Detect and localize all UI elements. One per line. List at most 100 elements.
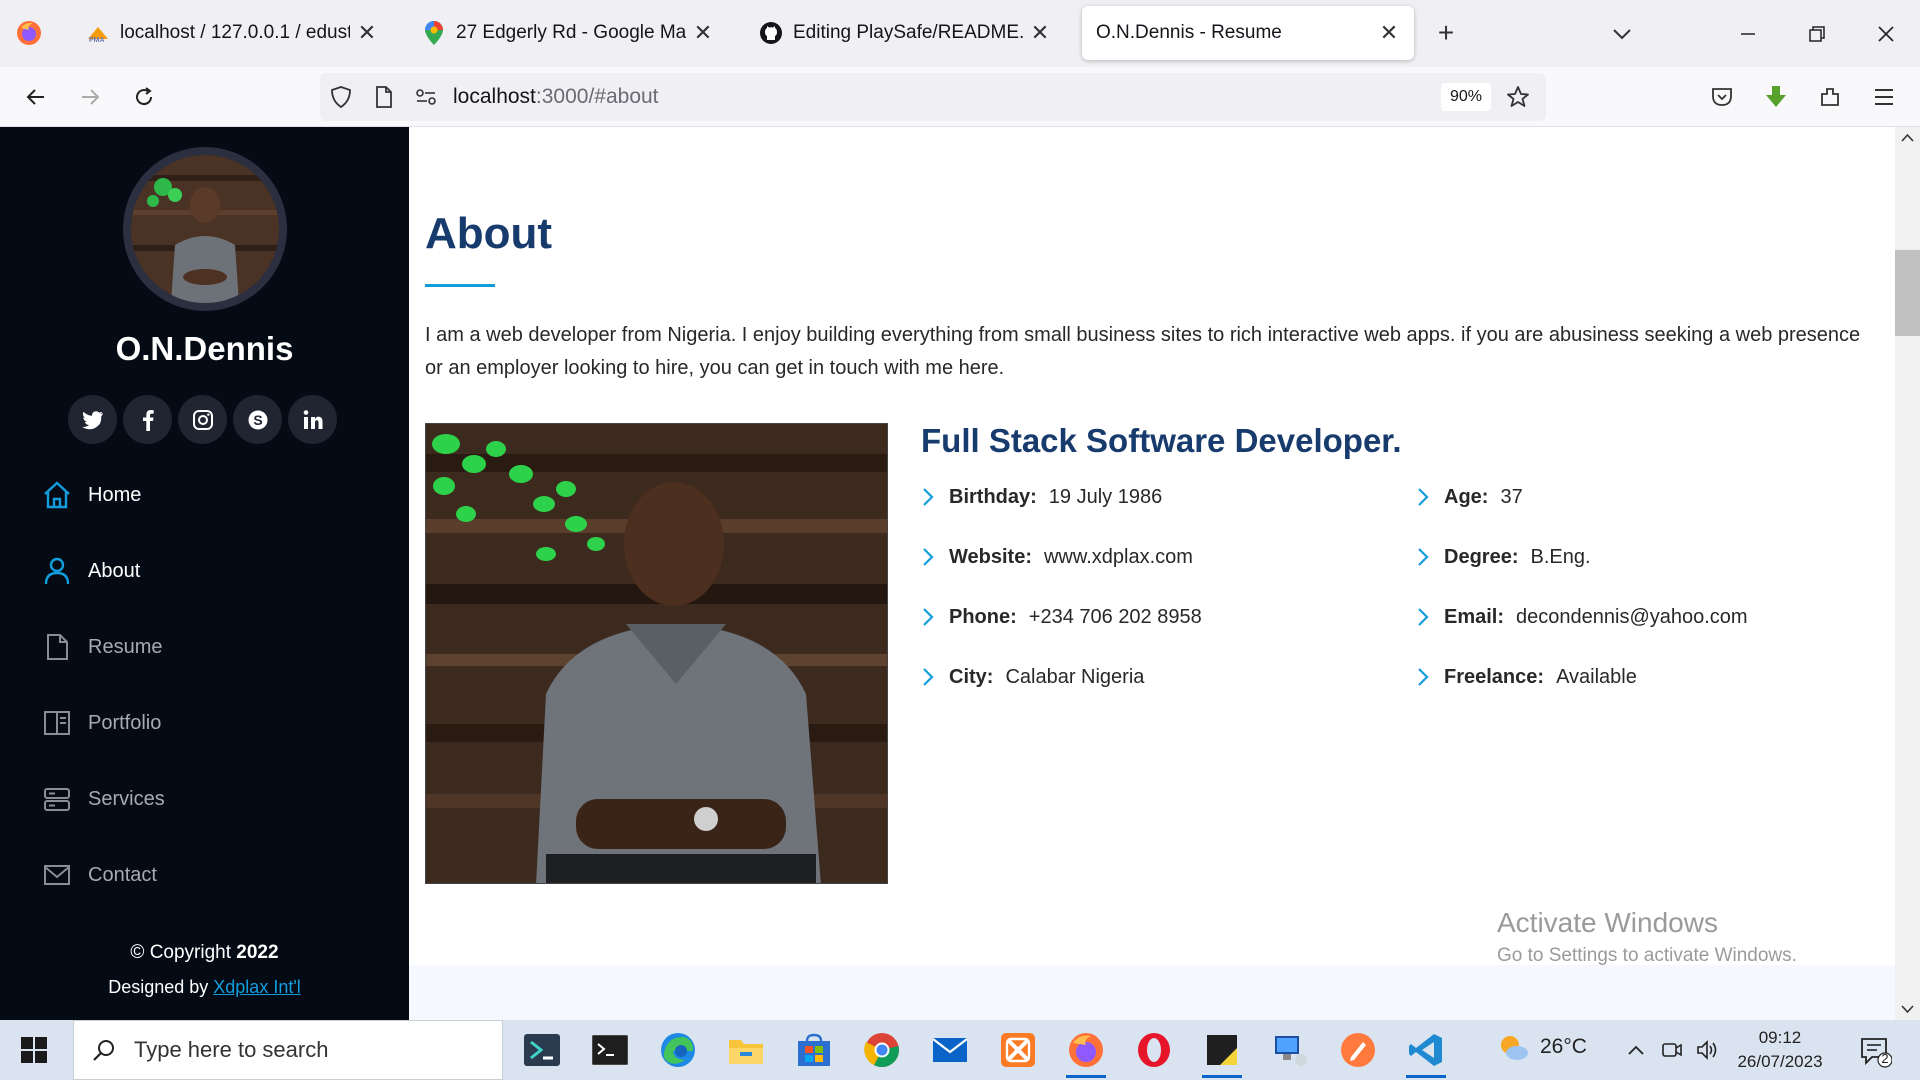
url-text[interactable]: localhost:3000/#about: [453, 85, 659, 109]
close-icon[interactable]: ✕: [1378, 20, 1400, 46]
sidebar-item-contact[interactable]: Contact: [40, 837, 380, 913]
chevron-right-icon: [1416, 487, 1440, 507]
remote-desktop-icon[interactable]: [1266, 1026, 1314, 1074]
svg-text:S: S: [253, 412, 262, 428]
shield-icon[interactable]: [323, 79, 359, 115]
search-placeholder: Type here to search: [134, 1037, 329, 1062]
close-icon[interactable]: ✕: [1029, 20, 1051, 46]
role-title: Full Stack Software Developer.: [921, 422, 1402, 459]
page-scrollbar[interactable]: [1895, 127, 1920, 1020]
sticky-notes-icon[interactable]: [1198, 1026, 1246, 1078]
google-maps-icon: [422, 21, 446, 45]
sidebar-item-services[interactable]: Services: [40, 761, 380, 837]
xampp-icon[interactable]: [994, 1026, 1042, 1074]
close-window-button[interactable]: [1866, 14, 1906, 54]
svg-text:PMA: PMA: [89, 37, 105, 43]
detail-phone: Phone: +234 706 202 8958: [921, 587, 1202, 647]
edge-icon[interactable]: [654, 1026, 702, 1074]
detail-value: 37: [1500, 485, 1523, 508]
tab-github[interactable]: Editing PlaySafe/README.md at ✕: [745, 6, 1065, 60]
system-clock[interactable]: 09:12 26/07/2023: [1730, 1026, 1830, 1074]
tab-title: Editing PlaySafe/README.md at: [793, 22, 1023, 43]
clock-date: 26/07/2023: [1737, 1052, 1823, 1071]
tab-resume[interactable]: O.N.Dennis - Resume ✕: [1082, 6, 1414, 60]
scroll-down-icon[interactable]: [1901, 1004, 1914, 1014]
windows-start-icon[interactable]: [14, 1030, 54, 1070]
reload-icon[interactable]: [126, 79, 162, 115]
watermark-subtitle: Go to Settings to activate Windows.: [1497, 945, 1797, 966]
zoom-level[interactable]: 90%: [1441, 83, 1491, 111]
url-path: :3000/#about: [535, 85, 659, 108]
chevron-right-icon: [1416, 667, 1440, 687]
pocket-icon[interactable]: [1704, 79, 1740, 115]
profile-photo: [131, 155, 279, 303]
watermark-title: Activate Windows: [1497, 907, 1718, 938]
detail-label: Degree:: [1444, 545, 1519, 568]
taskbar-search[interactable]: Type here to search: [73, 1020, 503, 1080]
sidebar-item-label: Home: [88, 483, 142, 506]
list-all-tabs-button[interactable]: [1608, 20, 1640, 48]
sidebar-item-label: Portfolio: [88, 711, 162, 734]
notifications-icon[interactable]: 2: [1858, 1034, 1893, 1068]
scroll-up-icon[interactable]: [1901, 133, 1914, 143]
mail-icon[interactable]: [926, 1026, 974, 1074]
server-icon: [40, 782, 74, 816]
facebook-icon[interactable]: [123, 395, 172, 444]
sidebar-item-about[interactable]: About: [40, 533, 380, 609]
url-bar[interactable]: localhost:3000/#about 90%: [320, 73, 1546, 121]
powershell-icon[interactable]: [518, 1026, 566, 1074]
copyright-prefix: © Copyright: [130, 942, 237, 963]
back-arrow-icon[interactable]: [18, 79, 54, 115]
sidebar-item-home[interactable]: Home: [40, 457, 380, 533]
credits-link[interactable]: Xdplax Int'l: [213, 977, 301, 997]
detail-label: Website:: [949, 545, 1032, 568]
file-explorer-icon[interactable]: [722, 1026, 770, 1074]
tab-google-maps[interactable]: 27 Edgerly Rd - Google Maps ✕: [408, 6, 728, 60]
hamburger-menu-icon[interactable]: [1866, 79, 1902, 115]
close-icon[interactable]: ✕: [356, 20, 378, 46]
close-icon[interactable]: ✕: [692, 20, 714, 46]
detail-value: B.Eng.: [1530, 545, 1591, 568]
bookmark-star-icon[interactable]: [1500, 79, 1536, 115]
detail-label: Birthday:: [949, 485, 1037, 508]
taskbar: Type here to search 26°C 09:12 26/07/202…: [0, 1020, 1920, 1080]
copyright-year: 2022: [236, 942, 279, 963]
meet-now-icon[interactable]: [1660, 1038, 1684, 1062]
chrome-icon[interactable]: [858, 1026, 906, 1074]
details-left: Birthday: 19 July 1986 Website: www.xdpl…: [921, 467, 1202, 707]
linkedin-icon[interactable]: [288, 395, 337, 444]
minimize-button[interactable]: [1728, 14, 1768, 54]
extensions-icon[interactable]: [1812, 79, 1848, 115]
new-tab-button[interactable]: +: [1430, 18, 1462, 50]
screen: PMA localhost / 127.0.0.1 / edustow ✕ 27…: [0, 0, 1920, 1080]
chevron-up-icon[interactable]: [1624, 1038, 1648, 1062]
skype-icon[interactable]: S: [233, 395, 282, 444]
page-icon[interactable]: [366, 79, 402, 115]
detail-value: +234 706 202 8958: [1028, 605, 1202, 628]
microsoft-store-icon[interactable]: [790, 1026, 838, 1074]
terminal-icon[interactable]: [586, 1026, 634, 1074]
firefox-icon[interactable]: [1062, 1026, 1110, 1078]
volume-icon[interactable]: [1696, 1038, 1720, 1062]
sidebar-item-resume[interactable]: Resume: [40, 609, 380, 685]
tab-phpmyadmin[interactable]: PMA localhost / 127.0.0.1 / edustow ✕: [72, 6, 392, 60]
scrollbar-thumb[interactable]: [1895, 250, 1920, 336]
vscode-icon[interactable]: [1402, 1026, 1450, 1078]
twitter-icon[interactable]: [68, 395, 117, 444]
weather-temp: 26°C: [1540, 1035, 1587, 1058]
tab-title: localhost / 127.0.0.1 / edustow: [120, 22, 350, 43]
restore-button[interactable]: [1797, 14, 1837, 54]
forward-arrow-icon[interactable]: [72, 79, 108, 115]
instagram-icon[interactable]: [178, 395, 227, 444]
opera-icon[interactable]: [1130, 1026, 1178, 1074]
weather-sun-cloud-icon: [1501, 1036, 1528, 1060]
pen-app-icon[interactable]: [1334, 1026, 1382, 1074]
detail-age: Age: 37: [1416, 467, 1748, 527]
chevron-right-icon: [921, 487, 945, 507]
firefox-menu-icon[interactable]: [14, 18, 44, 48]
download-arrow-icon[interactable]: [1758, 79, 1794, 115]
avatar: [123, 147, 287, 311]
weather-widget[interactable]: 26°C: [1496, 1032, 1587, 1062]
sidebar-item-portfolio[interactable]: Portfolio: [40, 685, 380, 761]
permissions-icon[interactable]: [408, 79, 444, 115]
